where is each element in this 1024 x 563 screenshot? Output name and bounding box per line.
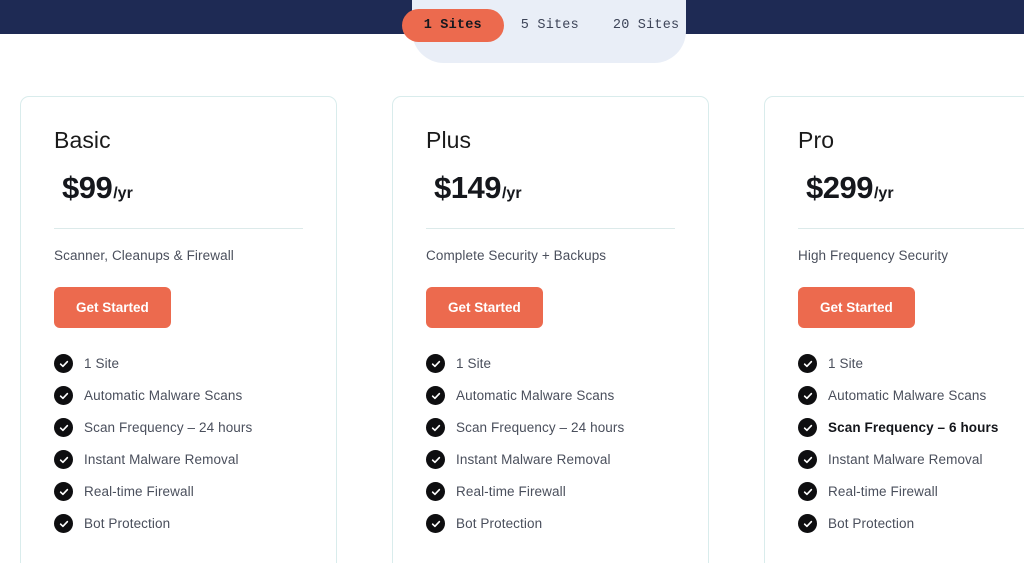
feature-item: Bot Protection <box>798 514 1024 533</box>
feature-item: Instant Malware Removal <box>54 450 303 469</box>
feature-label: Instant Malware Removal <box>84 452 239 467</box>
feature-label: Bot Protection <box>456 516 543 531</box>
get-started-button[interactable]: Get Started <box>426 287 543 328</box>
feature-label: Real-time Firewall <box>828 484 938 499</box>
feature-label: 1 Site <box>456 356 492 371</box>
check-circle-icon <box>798 482 817 501</box>
feature-label: Bot Protection <box>84 516 171 531</box>
pricing-cards-row: Basic $99/yr Scanner, Cleanups & Firewall G… <box>20 96 1024 563</box>
feature-label: 1 Site <box>828 356 864 371</box>
feature-item: Scan Frequency – 24 hours <box>54 418 303 437</box>
feature-item: 1 Site <box>426 354 675 373</box>
feature-item: Automatic Malware Scans <box>54 386 303 405</box>
price-amount: $299 <box>806 170 873 205</box>
feature-item: Bot Protection <box>426 514 675 533</box>
feature-label: Automatic Malware Scans <box>828 388 987 403</box>
plan-tagline: High Frequency Security <box>798 248 949 263</box>
check-circle-icon <box>54 482 73 501</box>
feature-label: Instant Malware Removal <box>828 452 983 467</box>
plan-tagline: Complete Security + Backups <box>426 248 607 263</box>
check-circle-icon <box>54 354 73 373</box>
check-circle-icon <box>54 514 73 533</box>
price-period: /yr <box>873 185 894 202</box>
check-circle-icon <box>54 450 73 469</box>
feature-list: 1 Site Automatic Malware Scans Scan Freque… <box>426 354 675 533</box>
feature-item: 1 Site <box>798 354 1024 373</box>
check-circle-icon <box>54 418 73 437</box>
get-started-button[interactable]: Get Started <box>54 287 171 328</box>
price-period: /yr <box>501 185 522 202</box>
card-divider <box>426 228 675 229</box>
check-circle-icon <box>426 450 445 469</box>
check-circle-icon <box>426 386 445 405</box>
card-divider <box>54 228 303 229</box>
pricing-card-pro: Pro $299/yr High Frequency Security Get Sta… <box>764 96 1024 563</box>
feature-item: Real-time Firewall <box>54 482 303 501</box>
feature-label: Scan Frequency – 6 hours <box>828 420 999 435</box>
check-circle-icon <box>798 418 817 437</box>
check-circle-icon <box>426 418 445 437</box>
check-circle-icon <box>54 386 73 405</box>
plan-price: $99/yr <box>54 170 303 206</box>
feature-item: Real-time Firewall <box>426 482 675 501</box>
get-started-button[interactable]: Get Started <box>798 287 915 328</box>
feature-label: Automatic Malware Scans <box>456 388 615 403</box>
sites-toggle-option-1[interactable]: 5 Sites <box>504 9 596 42</box>
feature-item: Automatic Malware Scans <box>426 386 675 405</box>
check-circle-icon <box>798 514 817 533</box>
feature-item: Instant Malware Removal <box>798 450 1024 469</box>
feature-list: 1 Site Automatic Malware Scans Scan Freque… <box>798 354 1024 533</box>
feature-label: Instant Malware Removal <box>456 452 611 467</box>
pricing-card-basic: Basic $99/yr Scanner, Cleanups & Firewall G… <box>20 96 337 563</box>
feature-label: 1 Site <box>84 356 120 371</box>
check-circle-icon <box>426 354 445 373</box>
check-circle-icon <box>798 354 817 373</box>
sites-toggle-option-0[interactable]: 1 Sites <box>401 9 504 42</box>
plan-tagline: Scanner, Cleanups & Firewall <box>54 248 234 263</box>
feature-item: 1 Site <box>54 354 303 373</box>
plan-price: $149/yr <box>426 170 675 206</box>
feature-label: Real-time Firewall <box>84 484 194 499</box>
feature-label: Scan Frequency – 24 hours <box>456 420 625 435</box>
check-circle-icon <box>798 450 817 469</box>
feature-label: Real-time Firewall <box>456 484 566 499</box>
feature-list: 1 Site Automatic Malware Scans Scan Freque… <box>54 354 303 533</box>
feature-item: Bot Protection <box>54 514 303 533</box>
feature-label: Bot Protection <box>828 516 915 531</box>
price-amount: $99 <box>62 170 113 205</box>
feature-item: Scan Frequency – 24 hours <box>426 418 675 437</box>
pricing-card-plus: Plus $149/yr Complete Security + Backups Ge… <box>392 96 709 563</box>
sites-toggle-option-2[interactable]: 20 Sites <box>596 9 696 42</box>
card-divider <box>798 228 1024 229</box>
feature-label: Scan Frequency – 24 hours <box>84 420 253 435</box>
check-circle-icon <box>426 482 445 501</box>
sites-toggle: 1 Sites 5 Sites 20 Sites <box>401 0 686 63</box>
plan-name: Basic <box>54 127 111 153</box>
feature-item: Scan Frequency – 6 hours <box>798 418 1024 437</box>
plan-name: Plus <box>426 127 472 153</box>
feature-item: Automatic Malware Scans <box>798 386 1024 405</box>
feature-label: Automatic Malware Scans <box>84 388 243 403</box>
price-period: /yr <box>113 185 133 202</box>
plan-price: $299/yr <box>798 170 1024 206</box>
feature-item: Real-time Firewall <box>798 482 1024 501</box>
feature-item: Instant Malware Removal <box>426 450 675 469</box>
check-circle-icon <box>798 386 817 405</box>
plan-name: Pro <box>798 127 835 153</box>
price-amount: $149 <box>434 170 501 205</box>
check-circle-icon <box>426 514 445 533</box>
